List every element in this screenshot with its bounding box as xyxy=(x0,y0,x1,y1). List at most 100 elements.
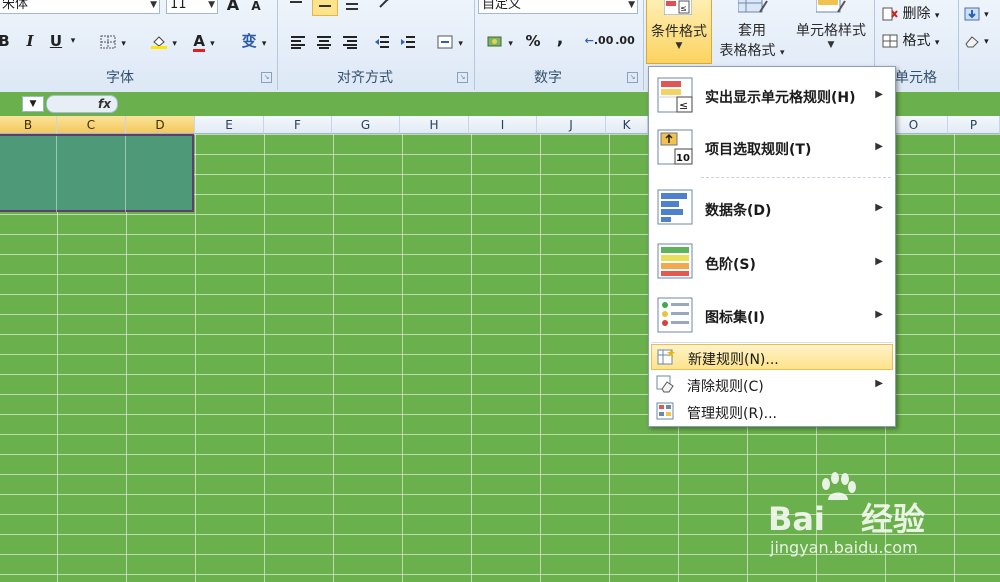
alignment-dialog-launcher[interactable]: ↘ xyxy=(457,72,468,83)
italic-button[interactable]: I xyxy=(22,30,38,52)
cell-divider xyxy=(56,136,57,212)
chevron-down-icon: ▼ xyxy=(150,0,157,10)
column-header-f[interactable]: F xyxy=(264,116,332,134)
menu-item-highlight-cells-rules[interactable]: ≤ 实出显示单元格规则(H) ▶ xyxy=(651,69,893,121)
increase-decimal-label: .00 xyxy=(593,34,614,47)
merge-cells-icon xyxy=(437,35,453,48)
selected-range[interactable] xyxy=(0,134,194,212)
clear-rules-icon xyxy=(656,375,674,393)
column-header-e[interactable]: E xyxy=(195,116,264,134)
font-name-value: 宋体 xyxy=(2,0,29,12)
name-box-dropdown[interactable]: ▼ xyxy=(22,96,44,112)
paint-bucket-icon xyxy=(151,35,168,49)
number-group-label: 数字 xyxy=(534,70,562,86)
text-orientation-icon xyxy=(379,0,389,8)
clear-button[interactable]: ▾ xyxy=(964,33,994,51)
watermark-brand: Bai 经验 xyxy=(768,500,925,538)
number-dialog-launcher[interactable]: ↘ xyxy=(627,72,638,83)
accounting-format-button[interactable]: ▾ xyxy=(482,30,518,52)
menu-item-label: 新建规则(N)... xyxy=(688,352,779,368)
column-header-h[interactable]: H xyxy=(400,116,469,134)
merge-center-button[interactable]: ▾ xyxy=(432,30,468,52)
column-header-j[interactable]: J xyxy=(537,116,606,134)
menu-item-label: 实出显示单元格规则(H) xyxy=(705,90,856,106)
fill-color-button[interactable]: ▾ xyxy=(146,30,182,52)
align-left-button[interactable] xyxy=(288,30,308,52)
increase-indent-icon xyxy=(401,35,415,48)
font-color-button[interactable]: A ▾ xyxy=(186,30,222,52)
align-right-icon xyxy=(343,35,357,49)
format-as-table-button[interactable]: 套用 表格格式 ▾ xyxy=(714,0,790,62)
chevron-down-icon[interactable]: ▾ xyxy=(68,30,78,52)
menu-item-manage-rules[interactable]: 管理规则(R)... xyxy=(651,399,893,427)
format-cells-button[interactable]: 格式 ▾ xyxy=(882,31,954,51)
column-header-k[interactable]: K xyxy=(606,116,648,134)
increase-decimal-button[interactable]: ←.00 xyxy=(584,30,614,52)
column-header-g[interactable]: G xyxy=(332,116,400,134)
menu-item-data-bars[interactable]: 数据条(D) ▶ xyxy=(651,181,893,235)
delete-cells-icon xyxy=(882,7,898,21)
submenu-arrow-icon: ▶ xyxy=(875,89,883,100)
decrease-indent-button[interactable] xyxy=(372,30,392,52)
align-center-button[interactable] xyxy=(314,30,334,52)
group-divider xyxy=(643,0,644,90)
shrink-font-button[interactable]: A xyxy=(248,0,264,17)
align-bottom-button[interactable] xyxy=(342,0,362,16)
decrease-decimal-button[interactable]: .00 xyxy=(612,30,638,52)
font-dialog-launcher[interactable]: ↘ xyxy=(261,72,272,83)
column-header-b[interactable]: B xyxy=(0,116,57,134)
number-format-value: 自定义 xyxy=(482,0,522,12)
number-format-combo[interactable]: 自定义 ▼ xyxy=(478,0,638,14)
column-header-d[interactable]: D xyxy=(126,116,195,134)
delete-cells-button[interactable]: 删除 ▾ xyxy=(882,4,954,24)
submenu-arrow-icon: ▶ xyxy=(875,256,883,267)
svg-text:≤: ≤ xyxy=(679,99,688,112)
increase-indent-button[interactable] xyxy=(398,30,418,52)
comma-style-button[interactable]: , xyxy=(552,28,568,50)
borders-button[interactable]: ▾ xyxy=(98,30,128,52)
menu-item-color-scales[interactable]: 色阶(S) ▶ xyxy=(651,235,893,289)
fill-button[interactable]: ▾ xyxy=(964,6,994,24)
column-header-i[interactable]: I xyxy=(469,116,537,134)
format-cells-icon xyxy=(882,34,898,48)
format-as-table-label-2: 表格格式 ▾ xyxy=(719,43,785,59)
align-top-button[interactable] xyxy=(288,0,304,16)
phonetic-button[interactable]: 变 ▾ xyxy=(234,30,274,52)
menu-item-new-rule[interactable]: 新建规则(N)... xyxy=(651,344,893,370)
format-cells-label: 格式 xyxy=(902,33,931,49)
baidu-watermark: Bai 经验 jingyan.baidu.com xyxy=(762,472,992,562)
top-bottom-rules-icon: 10 xyxy=(657,129,693,165)
menu-item-top-bottom-rules[interactable]: 10 项目选取规则(T) ▶ xyxy=(651,121,893,173)
font-size-value: 11 xyxy=(170,0,187,12)
menu-item-clear-rules[interactable]: 清除规则(C) ▶ xyxy=(651,371,893,399)
underline-button[interactable]: U xyxy=(48,30,64,52)
font-size-combo[interactable]: 11 ▼ xyxy=(166,0,218,14)
align-middle-button[interactable] xyxy=(312,0,338,16)
chevron-down-icon: ▼ xyxy=(827,40,835,50)
cell-styles-button[interactable]: 单元格样式 ▼ xyxy=(790,0,872,62)
menu-separator xyxy=(701,177,891,178)
column-header-p[interactable]: P xyxy=(948,116,1000,134)
conditional-formatting-icon: ≤ xyxy=(664,0,692,15)
percent-button[interactable]: % xyxy=(522,30,544,52)
group-divider xyxy=(277,0,278,90)
orientation-button[interactable] xyxy=(372,0,400,14)
bold-button[interactable]: B xyxy=(0,30,12,52)
align-center-icon xyxy=(317,35,331,49)
phonetic-icon: 变 xyxy=(241,32,257,50)
font-color-icon: A xyxy=(193,32,205,52)
font-name-combo[interactable]: 宋体 ▼ xyxy=(0,0,160,14)
conditional-formatting-button[interactable]: ≤ 条件格式 ▼ xyxy=(646,0,712,64)
menu-item-icon-sets[interactable]: 图标集(I) ▶ xyxy=(651,289,893,341)
align-left-icon xyxy=(291,35,305,49)
insert-function-button[interactable]: fx xyxy=(46,95,118,113)
eraser-icon xyxy=(965,35,979,47)
align-middle-icon xyxy=(319,4,331,7)
align-right-button[interactable] xyxy=(340,30,360,52)
fx-icon: fx xyxy=(98,97,111,111)
menu-item-label: 图标集(I) xyxy=(705,310,766,326)
submenu-arrow-icon: ▶ xyxy=(875,141,883,152)
grow-font-button[interactable]: A xyxy=(224,0,242,16)
column-header-c[interactable]: C xyxy=(57,116,126,134)
submenu-arrow-icon: ▶ xyxy=(875,309,883,320)
